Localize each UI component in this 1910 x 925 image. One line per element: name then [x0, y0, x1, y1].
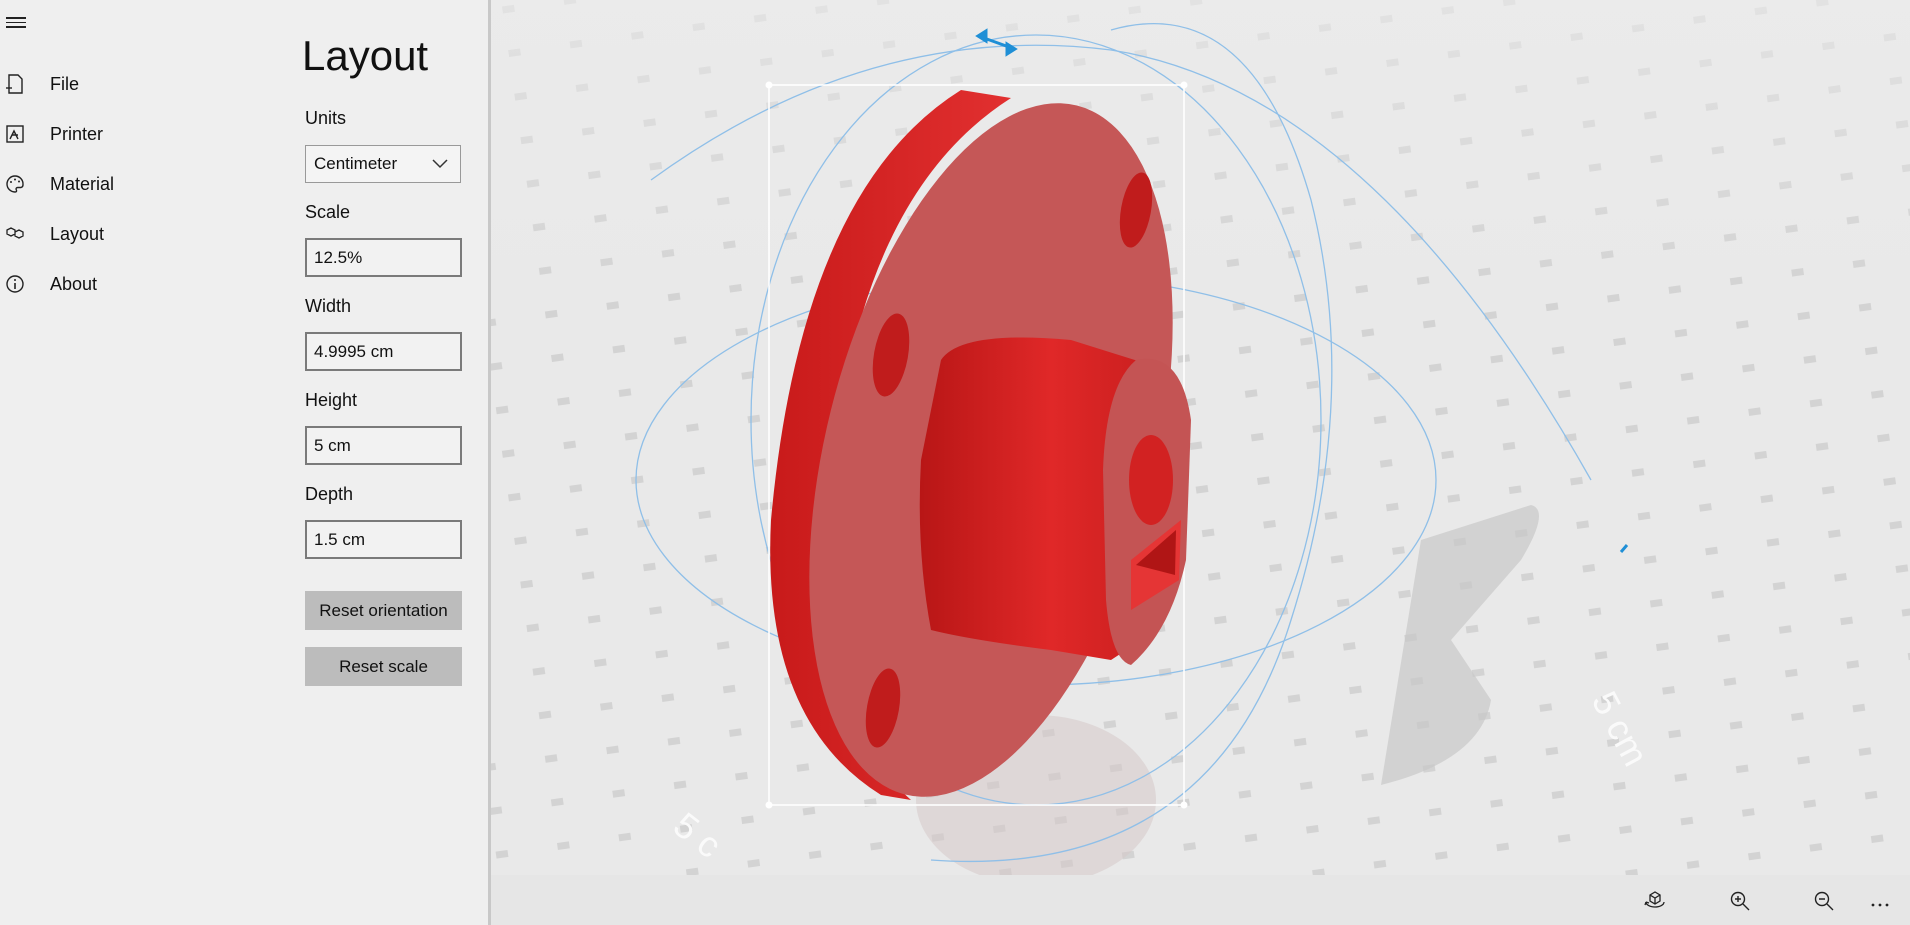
scale-input[interactable] — [305, 238, 462, 277]
units-dropdown[interactable]: Centimeter — [305, 145, 461, 183]
hamburger-menu-icon[interactable] — [6, 14, 26, 30]
chevron-down-icon — [432, 159, 448, 169]
palette-icon — [0, 173, 30, 195]
nav-item-material[interactable]: Material — [0, 162, 270, 206]
width-label: Width — [305, 296, 352, 316]
nav-item-label: Layout — [50, 223, 105, 244]
depth-label: Depth — [305, 484, 354, 504]
scale-label: Scale — [305, 202, 351, 222]
zoom-in-button[interactable] — [1722, 883, 1758, 919]
3d-viewport[interactable]: 5 cm 5 c — [491, 0, 1910, 875]
reset-orientation-button[interactable]: Reset orientation — [305, 591, 462, 630]
info-icon — [0, 273, 30, 295]
nav-item-label: Printer — [50, 123, 104, 144]
depth-input[interactable] — [305, 520, 462, 559]
panel-title: Layout — [302, 32, 429, 79]
nav-item-layout[interactable]: Layout — [0, 212, 270, 256]
nav-item-file[interactable]: File — [0, 62, 270, 106]
units-label: Units — [305, 108, 347, 128]
width-input[interactable] — [305, 332, 462, 371]
height-input[interactable] — [305, 426, 462, 465]
zoom-out-button[interactable] — [1806, 883, 1842, 919]
file-icon — [0, 73, 30, 95]
reset-scale-button[interactable]: Reset scale — [305, 647, 462, 686]
reset-view-button[interactable] — [1637, 883, 1673, 919]
layout-panel: Layout Units Centimeter Scale Width Heig… — [270, 0, 488, 925]
nav-item-printer[interactable]: Printer — [0, 112, 270, 156]
navigation-pane: File Printer Material Layout About — [0, 0, 270, 925]
nav-item-label: About — [50, 273, 98, 294]
height-label: Height — [305, 390, 358, 410]
units-selected-value: Centimeter — [314, 154, 398, 173]
layout-cubes-icon — [0, 223, 30, 245]
printer-icon — [0, 123, 30, 145]
more-options-icon — [1871, 903, 1889, 907]
nav-item-label: File — [50, 73, 80, 94]
scene-canvas: 5 cm 5 c — [491, 0, 1910, 875]
zoom-out-icon — [1814, 891, 1834, 911]
more-options-button[interactable] — [1862, 883, 1898, 919]
nav-item-label: Material — [50, 173, 115, 194]
view-toolbar — [491, 875, 1910, 925]
zoom-in-icon — [1730, 891, 1750, 911]
nav-item-about[interactable]: About — [0, 262, 270, 306]
reset-view-icon — [1644, 891, 1665, 908]
